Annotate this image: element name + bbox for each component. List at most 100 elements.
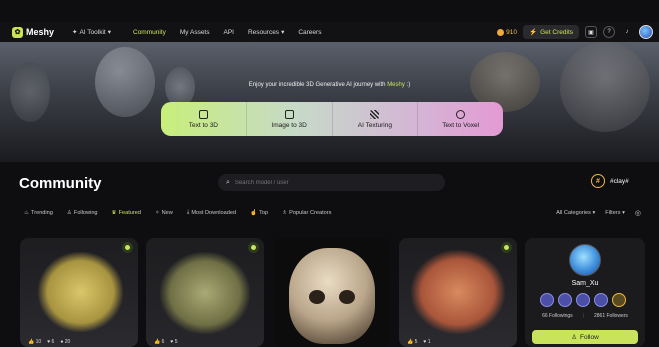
badge-icon [558, 293, 572, 307]
hashtag-button[interactable]: # #clay# [591, 174, 629, 188]
get-credits-button[interactable]: ⚡ Get Credits [523, 25, 579, 39]
tab-following[interactable]: ♙ Following [67, 209, 98, 216]
feature-image-to-3d[interactable]: Image to 3D [247, 102, 333, 136]
green-raptor-model [160, 252, 250, 334]
user-avatar[interactable] [639, 25, 653, 39]
sparkle-icon: ✦ [72, 29, 78, 36]
crown-icon: ♛ [111, 209, 117, 216]
feature-label: AI Texturing [357, 121, 392, 129]
hashtag-label: #clay# [610, 177, 629, 185]
nav-careers[interactable]: Careers [298, 29, 321, 36]
model-card[interactable]: 👍 5 ♥ 1 [399, 238, 517, 347]
stats-divider: | [582, 313, 584, 319]
creator-badges [540, 293, 626, 307]
nav-my-assets[interactable]: My Assets [180, 29, 210, 36]
meshy-logo[interactable]: ✿ Meshy [12, 26, 55, 38]
hash-icon: # [591, 174, 605, 188]
tab-label: Most Downloaded [191, 209, 237, 216]
badge-icon [540, 293, 554, 307]
image-icon [284, 109, 294, 119]
gift-icon[interactable]: ▣ [585, 26, 597, 38]
model-card[interactable] [273, 238, 391, 347]
tab-label: Top [259, 209, 269, 216]
thumbs-up-icon: ☝ [250, 209, 258, 216]
tagline-suffix: :) [404, 82, 411, 88]
feature-label: Text to 3D [188, 121, 218, 129]
search-bar[interactable]: ⌕ [218, 174, 445, 191]
categories-dropdown[interactable]: All Categories ▾ [556, 210, 595, 216]
creator-name[interactable]: Sam_Xu [525, 280, 645, 287]
help-icon[interactable]: ? [603, 26, 615, 38]
tab-label: New [161, 209, 173, 216]
feature-text-to-3d[interactable]: Text to 3D [161, 102, 247, 136]
bell-icon[interactable]: ♪ [621, 26, 633, 38]
badge-icon [576, 293, 590, 307]
extra-value: 20 [64, 339, 71, 345]
creator-avatar[interactable] [569, 244, 601, 276]
model-card[interactable]: 👍 10 ♥ 6 ● 20 [20, 238, 138, 347]
nav-resources[interactable]: Resources ▾ [247, 28, 284, 37]
tab-trending[interactable]: ♨ Trending [24, 209, 53, 216]
settings-icon[interactable]: ◎ [635, 209, 641, 217]
heart-value: 6 [51, 339, 55, 345]
user-icon: ♙ [66, 209, 72, 216]
tab-most-downloaded[interactable]: ⤓ Most Downloaded [187, 209, 236, 216]
tab-new[interactable]: ✧ New [155, 209, 173, 216]
cube-icon [198, 109, 208, 119]
badge-icon [612, 293, 626, 307]
tab-label: Popular Creators [289, 209, 332, 216]
model-card[interactable]: 👍 6 ♥ 5 [146, 238, 264, 347]
tagline-brand[interactable]: Meshy [387, 82, 405, 88]
search-input[interactable] [234, 179, 415, 186]
filters-label: Filters [605, 210, 621, 216]
nav-resources-label: Resources [247, 28, 280, 36]
users-icon: ♗ [282, 209, 288, 216]
follow-label: Follow [580, 333, 599, 341]
featured-badge-icon [122, 242, 133, 253]
red-raptor-model [411, 250, 505, 334]
feature-bar: Text to 3D Image to 3D AI Texturing Text… [161, 102, 503, 136]
filters-dropdown[interactable]: Filters ▾ [605, 210, 625, 216]
nav-api[interactable]: API [224, 29, 234, 36]
skull-eye-right [339, 290, 355, 304]
heart-count[interactable]: ♥ 1 [423, 339, 430, 345]
like-count[interactable]: 👍 6 [154, 339, 164, 345]
followings-count[interactable]: 66 Followings [542, 313, 573, 319]
nav-community[interactable]: Community [133, 29, 166, 36]
like-count[interactable]: 👍 10 [28, 339, 41, 345]
feature-text-to-voxel[interactable]: Text to Voxel [418, 102, 503, 136]
filter-controls: All Categories ▾ Filters ▾ ◎ [556, 209, 641, 217]
nav-right-actions: 910 ⚡ Get Credits ▣ ? ♪ [497, 22, 653, 42]
credits-value: 910 [506, 28, 518, 36]
followers-count[interactable]: 2861 Followers [594, 313, 628, 319]
tab-popular-creators[interactable]: ♗ Popular Creators [282, 209, 331, 216]
nav-my-assets-label: My Assets [179, 28, 210, 36]
logo-text: Meshy [26, 27, 55, 37]
filter-tabs: ♨ Trending ♙ Following ♛ Featured ✧ New ⤓ Mos… [24, 209, 331, 216]
tab-label: Trending [31, 209, 53, 216]
chevron-down-icon: ▾ [622, 210, 625, 216]
tagline-text: Enjoy your incredible 3D Generative AI j… [248, 82, 388, 88]
nav-community-label: Community [133, 28, 166, 36]
nav-ai-toolkit-label: AI Toolkit [79, 28, 106, 36]
nav-api-label: API [223, 28, 234, 36]
heart-count[interactable]: ♥ 5 [170, 339, 177, 345]
voxel-icon [456, 109, 466, 119]
user-plus-icon: ♙ [571, 334, 578, 341]
follow-button[interactable]: ♙ Follow [532, 330, 638, 344]
skull-model [289, 248, 375, 344]
page-title: Community [19, 175, 102, 192]
coin-icon [497, 28, 505, 36]
heart-count[interactable]: ♥ 6 [47, 339, 54, 345]
get-credits-label: Get Credits [540, 28, 573, 36]
tab-featured[interactable]: ♛ Featured [112, 209, 141, 216]
bolt-icon: ⚡ [529, 29, 538, 36]
badge-icon [594, 293, 608, 307]
feature-ai-texturing[interactable]: AI Texturing [333, 102, 419, 136]
feature-label: Text to Voxel [442, 121, 480, 129]
tab-top[interactable]: ☝ Top [250, 209, 268, 216]
like-count[interactable]: 👍 5 [407, 339, 417, 345]
card-stats: 👍 10 ♥ 6 ● 20 [28, 339, 70, 345]
nav-ai-toolkit[interactable]: ✦ AI Toolkit ▾ [72, 28, 111, 37]
card-stats: 👍 6 ♥ 5 [154, 339, 178, 345]
